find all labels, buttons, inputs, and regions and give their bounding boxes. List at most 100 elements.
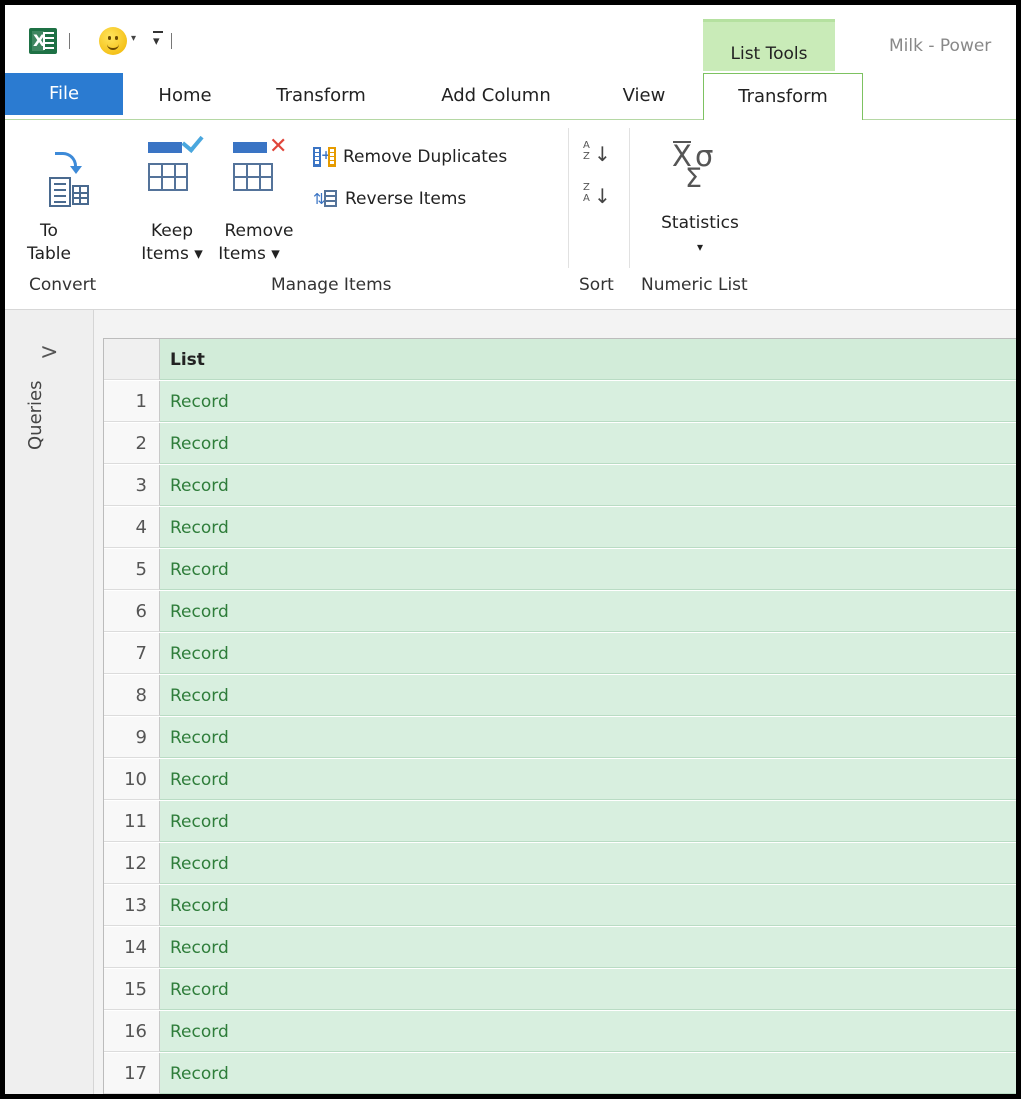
column-header-list[interactable]: List	[160, 339, 1016, 380]
record-cell[interactable]: Record	[160, 969, 1016, 1010]
table-row[interactable]: 8 Record	[104, 675, 1016, 717]
tab-file[interactable]: File	[5, 73, 123, 115]
keep-items-button[interactable]: Keep Items ▾	[137, 130, 211, 265]
remove-duplicates-button[interactable]: + Remove Duplicates	[313, 142, 507, 172]
table-row[interactable]: 6 Record	[104, 591, 1016, 633]
select-all-corner[interactable]	[104, 339, 160, 380]
editor-body: > Queries List 1 Record 2 Record 3 Record 4 Rec…	[5, 310, 1016, 1094]
queries-pane-label: Queries	[25, 380, 46, 450]
record-cell[interactable]: Record	[160, 1053, 1016, 1094]
keep-bar	[148, 142, 182, 153]
table-row[interactable]: 2 Record	[104, 423, 1016, 465]
table-row[interactable]: 14 Record	[104, 927, 1016, 969]
remove-duplicates-icon: +	[313, 147, 337, 167]
convert-arrow-icon	[55, 152, 82, 174]
table-row[interactable]: 3 Record	[104, 465, 1016, 507]
table-row[interactable]: 13 Record	[104, 885, 1016, 927]
title-bar: X ▾ ▾ List Tools Milk - Power	[5, 5, 1016, 77]
tab-transform[interactable]: Transform	[261, 73, 381, 119]
record-cell[interactable]: Record	[160, 591, 1016, 632]
remove-x-icon: ✕	[269, 134, 288, 159]
table-row[interactable]: 1 Record	[104, 381, 1016, 423]
record-cell[interactable]: Record	[160, 507, 1016, 548]
keep-items-label-1: Keep	[150, 221, 193, 241]
qat-separator	[69, 33, 70, 49]
remove-items-label-1: Remove	[224, 221, 294, 241]
row-number[interactable]: 11	[104, 801, 160, 842]
row-number[interactable]: 17	[104, 1053, 160, 1094]
tab-add-column[interactable]: Add Column	[421, 73, 571, 119]
tab-home[interactable]: Home	[145, 73, 225, 119]
row-number[interactable]: 8	[104, 675, 160, 716]
record-cell[interactable]: Record	[160, 801, 1016, 842]
to-table-label-2: Table	[27, 244, 71, 264]
table-row[interactable]: 4 Record	[104, 507, 1016, 549]
record-cell[interactable]: Record	[160, 843, 1016, 884]
check-icon	[181, 130, 204, 153]
table-row[interactable]: 11 Record	[104, 801, 1016, 843]
record-cell[interactable]: Record	[160, 381, 1016, 422]
table-row[interactable]: 12 Record	[104, 843, 1016, 885]
record-cell[interactable]: Record	[160, 465, 1016, 506]
statistics-label: Statistics	[661, 213, 739, 233]
record-cell[interactable]: Record	[160, 1011, 1016, 1052]
row-number[interactable]: 1	[104, 381, 160, 422]
tab-view[interactable]: View	[609, 73, 679, 119]
record-cell[interactable]: Record	[160, 927, 1016, 968]
row-number[interactable]: 14	[104, 927, 160, 968]
table-row[interactable]: 9 Record	[104, 717, 1016, 759]
table-icon	[72, 185, 89, 205]
table-row[interactable]: 16 Record	[104, 1011, 1016, 1053]
statistics-button[interactable]: XσΣ Statistics ▾	[645, 130, 755, 265]
row-number[interactable]: 12	[104, 843, 160, 884]
row-number[interactable]: 9	[104, 717, 160, 758]
data-grid: List 1 Record 2 Record 3 Record 4 Record 5 Record…	[103, 338, 1016, 1094]
remove-items-button[interactable]: ✕ Remove Items ▾	[217, 130, 297, 265]
row-number[interactable]: 5	[104, 549, 160, 590]
window-title: Milk - Power	[889, 36, 992, 56]
grid-header-row: List	[104, 339, 1016, 381]
expand-queries-chevron-icon[interactable]: >	[40, 340, 58, 365]
record-cell[interactable]: Record	[160, 549, 1016, 590]
record-cell[interactable]: Record	[160, 885, 1016, 926]
reverse-items-label: Reverse Items	[345, 189, 467, 209]
group-label-numeric-list: Numeric List	[641, 275, 748, 295]
to-table-button[interactable]: To Table	[19, 130, 99, 265]
table-row[interactable]: 17 Record	[104, 1053, 1016, 1094]
row-number[interactable]: 10	[104, 759, 160, 800]
list-tools-label: List Tools	[730, 44, 808, 64]
to-table-label-1: To	[40, 221, 58, 241]
table-row[interactable]: 5 Record	[104, 549, 1016, 591]
sort-descending-icon[interactable]: Z A ↓	[583, 182, 611, 210]
smiley-dropdown-icon[interactable]: ▾	[131, 33, 136, 44]
record-cell[interactable]: Record	[160, 675, 1016, 716]
group-label-sort: Sort	[579, 275, 614, 295]
sort-ascending-icon[interactable]: A Z ↓	[583, 140, 611, 168]
row-number[interactable]: 7	[104, 633, 160, 674]
row-number[interactable]: 15	[104, 969, 160, 1010]
smiley-icon[interactable]	[99, 27, 127, 55]
qat-separator	[171, 33, 172, 49]
row-number[interactable]: 3	[104, 465, 160, 506]
row-number[interactable]: 6	[104, 591, 160, 632]
excel-icon[interactable]: X	[29, 28, 57, 54]
list-tools-context-header: List Tools	[703, 19, 835, 77]
ribbon: To Table Convert Keep Items ▾ ✕ Remove I…	[5, 120, 1016, 310]
group-separator	[568, 128, 569, 268]
queries-pane[interactable]: > Queries	[5, 310, 94, 1094]
row-number[interactable]: 2	[104, 423, 160, 464]
customize-qat-icon[interactable]: ▾	[153, 31, 163, 49]
table-row[interactable]: 10 Record	[104, 759, 1016, 801]
keep-grid-icon	[148, 163, 188, 191]
reverse-items-button[interactable]: ⇅ Reverse Items	[313, 184, 466, 214]
row-number[interactable]: 16	[104, 1011, 160, 1052]
record-cell[interactable]: Record	[160, 717, 1016, 758]
row-number[interactable]: 4	[104, 507, 160, 548]
tab-list-tools-transform[interactable]: Transform	[703, 73, 863, 121]
table-row[interactable]: 15 Record	[104, 969, 1016, 1011]
record-cell[interactable]: Record	[160, 759, 1016, 800]
record-cell[interactable]: Record	[160, 633, 1016, 674]
row-number[interactable]: 13	[104, 885, 160, 926]
table-row[interactable]: 7 Record	[104, 633, 1016, 675]
record-cell[interactable]: Record	[160, 423, 1016, 464]
